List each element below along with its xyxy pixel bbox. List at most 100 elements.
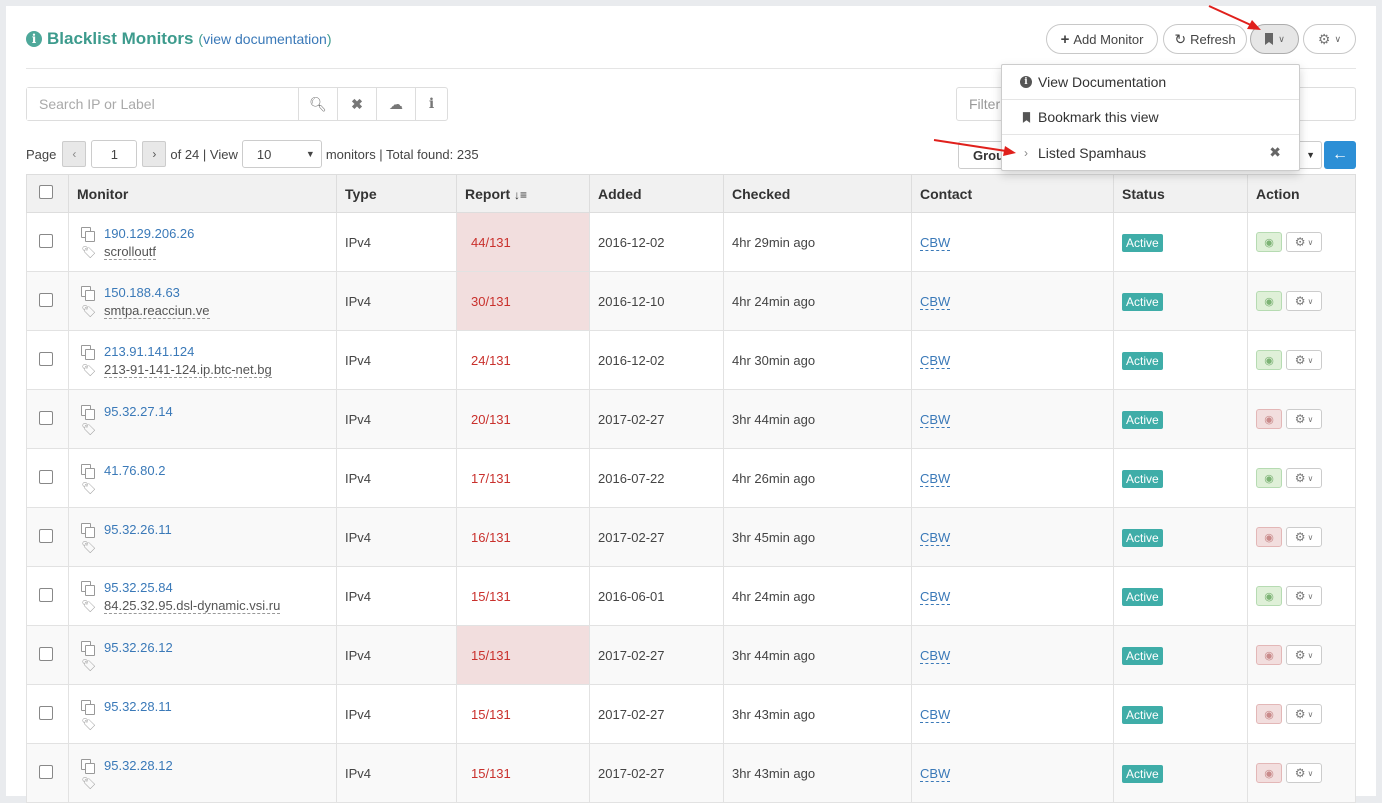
eye-icon[interactable]: ◉ xyxy=(1256,468,1282,488)
report-cell[interactable]: 15/131 xyxy=(456,743,590,803)
col-monitor[interactable]: Monitor xyxy=(68,174,337,213)
copy-icon[interactable] xyxy=(81,699,95,715)
copy-icon[interactable] xyxy=(81,285,95,301)
report-cell[interactable]: 30/131 xyxy=(456,271,590,331)
monitor-label[interactable]: 84.25.32.95.dsl-dynamic.vsi.ru xyxy=(104,598,281,614)
copy-icon[interactable] xyxy=(81,226,95,242)
tag-icon[interactable]: 🏷︎ xyxy=(81,658,96,672)
col-report[interactable]: Report ↓≡ xyxy=(456,174,590,213)
report-cell[interactable]: 15/131 xyxy=(456,566,590,626)
tag-icon[interactable]: 🏷︎ xyxy=(81,481,96,495)
prev-page-button[interactable]: ‹ xyxy=(62,141,87,167)
contact-link[interactable]: CBW xyxy=(920,765,951,782)
delete-bookmark-icon[interactable]: ✖ xyxy=(1269,144,1281,161)
tag-icon[interactable]: 🏷︎ xyxy=(81,304,96,318)
report-cell[interactable]: 15/131 xyxy=(456,625,590,685)
view-documentation-link[interactable]: view documentation xyxy=(203,31,327,47)
col-type[interactable]: Type xyxy=(336,174,457,213)
contact-link[interactable]: CBW xyxy=(920,706,951,723)
contact-link[interactable]: CBW xyxy=(920,411,951,428)
row-checkbox[interactable] xyxy=(39,410,53,425)
report-cell[interactable]: 20/131 xyxy=(456,389,590,449)
report-cell[interactable]: 16/131 xyxy=(456,507,590,567)
copy-icon[interactable] xyxy=(81,640,95,656)
row-settings-button[interactable]: ⚙ ∨ xyxy=(1286,645,1322,665)
copy-icon[interactable] xyxy=(81,404,95,420)
row-checkbox[interactable] xyxy=(39,351,53,366)
contact-link[interactable]: CBW xyxy=(920,470,951,487)
menu-item-bookmark-this-view[interactable]: Bookmark this view xyxy=(1002,100,1299,135)
row-checkbox[interactable] xyxy=(39,764,53,779)
row-settings-button[interactable]: ⚙ ∨ xyxy=(1286,763,1322,783)
select-all-checkbox[interactable] xyxy=(39,185,53,199)
eye-slash-icon[interactable]: ◉ xyxy=(1256,763,1282,783)
row-settings-button[interactable]: ⚙ ∨ xyxy=(1286,232,1322,252)
row-checkbox[interactable] xyxy=(39,646,53,661)
monitor-ip-link[interactable]: 95.32.28.12 xyxy=(104,758,173,773)
row-checkbox[interactable] xyxy=(39,469,53,484)
eye-icon[interactable]: ◉ xyxy=(1256,291,1282,311)
clear-search-button[interactable]: ✖ xyxy=(337,88,376,120)
search-button[interactable]: 🔍︎ xyxy=(298,88,337,120)
search-input[interactable] xyxy=(27,88,298,120)
monitor-ip-link[interactable]: 95.32.26.12 xyxy=(104,640,173,655)
tag-icon[interactable]: 🏷︎ xyxy=(81,245,96,259)
eye-slash-icon[interactable]: ◉ xyxy=(1256,645,1282,665)
row-settings-button[interactable]: ⚙ ∨ xyxy=(1286,350,1322,370)
add-monitor-button[interactable]: + Add Monitor xyxy=(1046,24,1158,54)
monitor-ip-link[interactable]: 150.188.4.63 xyxy=(104,285,180,300)
copy-icon[interactable] xyxy=(81,463,95,479)
monitor-ip-link[interactable]: 95.32.26.11 xyxy=(104,522,172,537)
monitor-ip-link[interactable]: 95.32.27.14 xyxy=(104,404,173,419)
monitor-ip-link[interactable]: 95.32.28.11 xyxy=(104,699,172,714)
back-button[interactable]: ← xyxy=(1324,141,1356,169)
row-checkbox[interactable] xyxy=(39,528,53,543)
report-cell[interactable]: 24/131 xyxy=(456,330,590,390)
menu-item-listed-spamhaus[interactable]: › Listed Spamhaus ✖ xyxy=(1002,135,1299,170)
monitor-ip-link[interactable]: 95.32.25.84 xyxy=(104,580,173,595)
col-status[interactable]: Status xyxy=(1113,174,1248,213)
tag-icon[interactable]: 🏷︎ xyxy=(81,540,96,554)
copy-icon[interactable] xyxy=(81,522,95,538)
tag-icon[interactable]: 🏷︎ xyxy=(81,422,96,436)
row-checkbox[interactable] xyxy=(39,233,53,248)
page-number-input[interactable]: 1 xyxy=(91,140,138,168)
eye-slash-icon[interactable]: ◉ xyxy=(1256,704,1282,724)
tag-icon[interactable]: 🏷︎ xyxy=(81,776,96,790)
report-cell[interactable]: 15/131 xyxy=(456,684,590,744)
contact-link[interactable]: CBW xyxy=(920,529,951,546)
row-settings-button[interactable]: ⚙ ∨ xyxy=(1286,527,1322,547)
tag-icon[interactable]: 🏷︎ xyxy=(81,363,96,377)
eye-slash-icon[interactable]: ◉ xyxy=(1256,409,1282,429)
eye-icon[interactable]: ◉ xyxy=(1256,232,1282,252)
info-button[interactable]: i xyxy=(415,88,447,120)
col-added[interactable]: Added xyxy=(589,174,724,213)
settings-dropdown-button[interactable]: ⚙ ∨ xyxy=(1303,24,1356,54)
monitor-ip-link[interactable]: 190.129.206.26 xyxy=(104,226,194,241)
row-settings-button[interactable]: ⚙ ∨ xyxy=(1286,586,1322,606)
copy-icon[interactable] xyxy=(81,758,95,774)
cloud-button[interactable]: ☁ xyxy=(376,88,415,120)
contact-link[interactable]: CBW xyxy=(920,234,951,251)
col-contact[interactable]: Contact xyxy=(911,174,1114,213)
menu-item-view-documentation[interactable]: i View Documentation xyxy=(1002,65,1299,100)
contact-link[interactable]: CBW xyxy=(920,647,951,664)
row-settings-button[interactable]: ⚙ ∨ xyxy=(1286,704,1322,724)
next-page-button[interactable]: › xyxy=(142,141,167,167)
row-settings-button[interactable]: ⚙ ∨ xyxy=(1286,409,1322,429)
report-cell[interactable]: 44/131 xyxy=(456,212,590,272)
row-checkbox[interactable] xyxy=(39,292,53,307)
monitor-label[interactable]: smtpa.reacciun.ve xyxy=(104,303,210,319)
monitor-ip-link[interactable]: 213.91.141.124 xyxy=(104,344,194,359)
row-settings-button[interactable]: ⚙ ∨ xyxy=(1286,291,1322,311)
monitor-ip-link[interactable]: 41.76.80.2 xyxy=(104,463,165,478)
eye-slash-icon[interactable]: ◉ xyxy=(1256,527,1282,547)
copy-icon[interactable] xyxy=(81,580,95,596)
tag-icon[interactable]: 🏷︎ xyxy=(81,599,96,613)
report-cell[interactable]: 17/131 xyxy=(456,448,590,508)
contact-link[interactable]: CBW xyxy=(920,588,951,605)
contact-link[interactable]: CBW xyxy=(920,293,951,310)
contact-link[interactable]: CBW xyxy=(920,352,951,369)
row-settings-button[interactable]: ⚙ ∨ xyxy=(1286,468,1322,488)
per-page-select[interactable]: 10 ▼ xyxy=(241,140,322,168)
